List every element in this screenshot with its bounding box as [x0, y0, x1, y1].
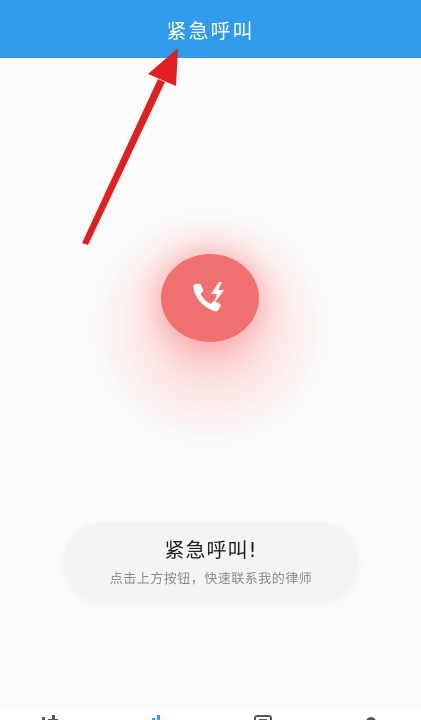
phone-lightning-icon	[193, 282, 224, 312]
home-icon[interactable]	[38, 710, 64, 720]
emergency-call-button[interactable]	[161, 254, 259, 342]
app-screen: 紧急呼叫 紧急呼叫! 点击上方按钮，快速联系我的律师	[0, 0, 421, 720]
info-card-title: 紧急呼叫!	[164, 538, 258, 562]
stats-icon[interactable]	[146, 710, 172, 720]
info-card-subtitle: 点击上方按钮，快速联系我的律师	[109, 572, 313, 587]
emergency-info-card: 紧急呼叫! 点击上方按钮，快速联系我的律师	[64, 522, 358, 602]
top-bar: 紧急呼叫	[0, 0, 421, 58]
bottom-tab-bar	[0, 710, 421, 720]
calendar-icon[interactable]	[250, 710, 276, 720]
main-content: 紧急呼叫! 点击上方按钮，快速联系我的律师	[0, 58, 421, 710]
profile-icon[interactable]	[358, 710, 384, 720]
page-title: 紧急呼叫	[166, 18, 255, 43]
